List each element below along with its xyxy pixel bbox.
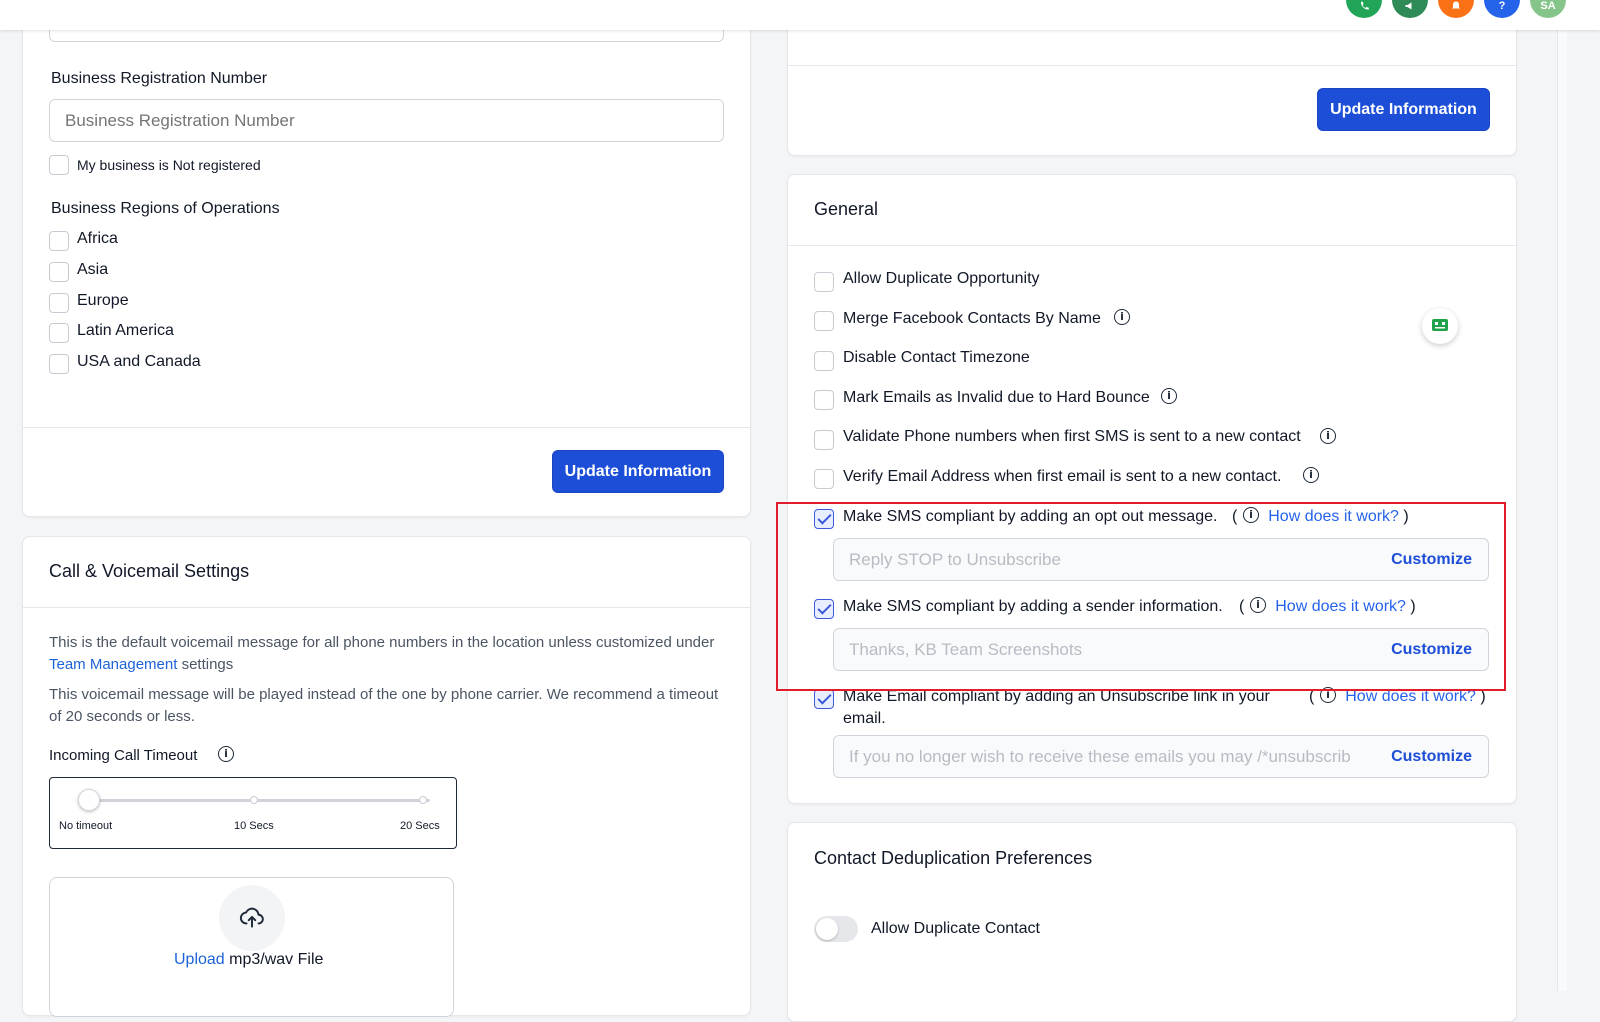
verify-email-checkbox[interactable] xyxy=(814,469,834,489)
voicemail-recommendation: This voicemail message will be played in… xyxy=(49,686,719,725)
timeout-slider[interactable]: No timeout 10 Secs 20 Secs xyxy=(49,777,457,849)
disable-timezone-label: Disable Contact Timezone xyxy=(843,349,1030,366)
phone-icon[interactable] xyxy=(1346,0,1382,18)
general-card xyxy=(787,174,1517,804)
regions-label: Business Regions of Operations xyxy=(51,200,280,217)
voicemail-desc-suffix: settings xyxy=(181,656,234,673)
top-bar: ? SA xyxy=(0,0,1600,30)
info-icon[interactable]: i xyxy=(1303,467,1319,483)
slider-label-10: 10 Secs xyxy=(234,820,274,832)
chat-widget-icon[interactable] xyxy=(1422,308,1458,344)
customize-button[interactable]: Customize xyxy=(1381,747,1472,766)
merge-facebook-checkbox[interactable] xyxy=(814,311,834,331)
info-icon[interactable]: i xyxy=(218,746,234,762)
slider-track xyxy=(87,799,430,802)
region-latam-label: Latin America xyxy=(77,322,174,339)
email-unsubscribe-message-field[interactable]: If you no longer wish to receive these e… xyxy=(833,735,1489,778)
slider-label-20: 20 Secs xyxy=(400,820,440,832)
upload-label: Upload mp3/wav File xyxy=(174,951,323,969)
slider-handle[interactable] xyxy=(78,789,100,811)
general-title: General xyxy=(814,199,879,219)
region-africa-checkbox[interactable] xyxy=(49,231,69,251)
business-reg-input[interactable] xyxy=(49,99,724,142)
info-icon[interactable]: i xyxy=(1114,309,1130,325)
region-asia-checkbox[interactable] xyxy=(49,262,69,282)
not-registered-label: My business is Not registered xyxy=(77,157,261,173)
hard-bounce-label: Mark Emails as Invalid due to Hard Bounc… xyxy=(843,389,1150,406)
disable-timezone-checkbox[interactable] xyxy=(814,351,834,371)
region-usa-canada-label: USA and Canada xyxy=(77,353,201,370)
team-management-link[interactable]: Team Management xyxy=(49,656,177,673)
business-reg-label: Business Registration Number xyxy=(51,70,268,87)
user-avatar[interactable]: SA xyxy=(1530,0,1566,18)
validate-phone-label: Validate Phone numbers when first SMS is… xyxy=(843,428,1301,445)
voicemail-description: This is the default voicemail message fo… xyxy=(49,632,729,676)
validate-phone-checkbox[interactable] xyxy=(814,430,834,450)
hard-bounce-checkbox[interactable] xyxy=(814,390,834,410)
region-usa-canada-checkbox[interactable] xyxy=(49,354,69,374)
voicemail-desc-text: This is the default voicemail message fo… xyxy=(49,634,715,651)
voicemail-upload-dropzone[interactable]: Upload mp3/wav File xyxy=(49,877,454,1017)
email-unsubscribe-message-placeholder: If you no longer wish to receive these e… xyxy=(849,746,1351,766)
email-unsubscribe-label-line2: email. xyxy=(843,710,886,727)
highlight-box xyxy=(776,502,1506,691)
slider-label-no-timeout: No timeout xyxy=(59,820,113,832)
divider xyxy=(788,245,1516,246)
not-registered-checkbox[interactable] xyxy=(49,155,69,175)
verify-email-label: Verify Email Address when first email is… xyxy=(843,468,1282,485)
call-voicemail-title: Call & Voicemail Settings xyxy=(49,561,250,581)
region-africa-label: Africa xyxy=(77,230,118,247)
region-europe-checkbox[interactable] xyxy=(49,293,69,313)
email-unsubscribe-checkbox[interactable] xyxy=(814,689,834,709)
allow-duplicate-opportunity-label: Allow Duplicate Opportunity xyxy=(843,270,1040,287)
region-asia-label: Asia xyxy=(77,261,109,278)
divider xyxy=(23,607,750,608)
region-europe-label: Europe xyxy=(77,292,129,309)
divider xyxy=(23,427,750,428)
update-information-button[interactable]: Update Information xyxy=(1317,88,1490,131)
allow-duplicate-contact-toggle[interactable] xyxy=(814,916,858,942)
allow-duplicate-contact-label: Allow Duplicate Contact xyxy=(871,920,1040,937)
upload-file-types: mp3/wav File xyxy=(229,951,324,968)
upload-cloud-icon xyxy=(219,885,285,951)
upload-link[interactable]: Upload xyxy=(174,951,225,968)
slider-tick xyxy=(250,796,258,804)
merge-facebook-label: Merge Facebook Contacts By Name xyxy=(843,310,1101,327)
slider-tick xyxy=(419,796,427,804)
megaphone-icon[interactable] xyxy=(1392,0,1428,18)
info-icon[interactable]: i xyxy=(1161,388,1177,404)
incoming-call-timeout-label: Incoming Call Timeout xyxy=(49,747,198,764)
update-information-button[interactable]: Update Information xyxy=(552,450,724,493)
divider xyxy=(788,65,1516,66)
help-icon[interactable]: ? xyxy=(1484,0,1520,18)
info-icon[interactable]: i xyxy=(1320,428,1336,444)
contact-dedup-title: Contact Deduplication Preferences xyxy=(814,848,1093,868)
allow-duplicate-opportunity-checkbox[interactable] xyxy=(814,272,834,292)
bell-icon[interactable] xyxy=(1438,0,1474,18)
scrollbar[interactable] xyxy=(1557,30,1567,991)
region-latam-checkbox[interactable] xyxy=(49,323,69,343)
